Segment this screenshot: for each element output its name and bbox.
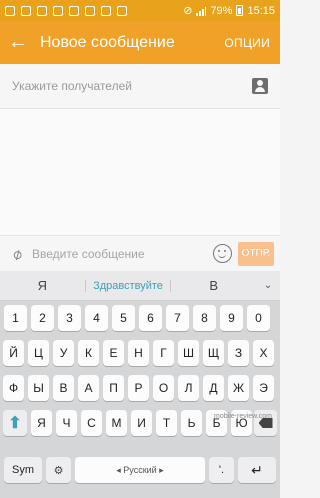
- enter-icon: ↵: [251, 461, 263, 478]
- status-bar: ⊘ 79% 15:15: [0, 0, 280, 21]
- key-7[interactable]: 7: [166, 305, 189, 331]
- message-input[interactable]: Введите сообщение: [24, 247, 213, 261]
- suggestion-2[interactable]: Здравствуйте: [84, 279, 172, 292]
- key-letter[interactable]: Д: [203, 375, 224, 401]
- letter-row-2: Ф Ы В А П Р О Л Д Ж Э: [0, 375, 280, 403]
- key-letter[interactable]: Г: [153, 340, 174, 366]
- key-letter[interactable]: Э: [253, 375, 274, 401]
- key-letter[interactable]: Ь: [181, 410, 202, 436]
- clock: 15:15: [247, 4, 275, 17]
- key-letter[interactable]: И: [131, 410, 152, 436]
- mute-icon: ⊘: [183, 5, 193, 17]
- conversation-area: [0, 109, 280, 235]
- space-key[interactable]: ◂ Русский ▸: [75, 457, 205, 483]
- settings-key[interactable]: ⚙: [46, 457, 71, 483]
- enter-key[interactable]: ↵: [238, 457, 276, 483]
- shift-key[interactable]: ⬆: [3, 410, 27, 436]
- key-letter[interactable]: С: [81, 410, 102, 436]
- key-letter[interactable]: М: [106, 410, 127, 436]
- recipients-placeholder[interactable]: Укажите получателей: [12, 79, 252, 93]
- image-icon: [37, 5, 47, 16]
- key-0[interactable]: 0: [247, 305, 270, 331]
- screenshot-icon: [117, 5, 127, 16]
- key-letter[interactable]: Е: [103, 340, 124, 366]
- chevron-down-icon[interactable]: ⌄: [256, 280, 280, 291]
- contact-picker-icon[interactable]: [252, 78, 268, 94]
- battery-icon: [236, 5, 244, 16]
- app-toolbar: ← Новое сообщение ОПЦИИ: [0, 21, 280, 64]
- sym-key[interactable]: Sym: [4, 457, 42, 483]
- emoji-icon[interactable]: [213, 244, 232, 263]
- options-button[interactable]: ОПЦИИ: [224, 36, 280, 50]
- suggestion-bar: Я Здравствуйте В ⌄: [0, 271, 280, 301]
- key-letter[interactable]: Х: [253, 340, 274, 366]
- key-2[interactable]: 2: [31, 305, 54, 331]
- key-letter[interactable]: Ц: [28, 340, 49, 366]
- key-letter[interactable]: Л: [178, 375, 199, 401]
- battery-percent: 79%: [210, 4, 233, 17]
- gallery-icon: [21, 5, 31, 16]
- key-letter[interactable]: Ч: [56, 410, 77, 436]
- message-icon: [5, 5, 15, 16]
- key-letter[interactable]: З: [228, 340, 249, 366]
- key-letter[interactable]: Ж: [228, 375, 249, 401]
- key-letter[interactable]: Ф: [3, 375, 24, 401]
- compose-bar: ⌀ Введите сообщение ОТПР.: [0, 235, 280, 271]
- recipients-field[interactable]: Укажите получателей: [0, 64, 280, 109]
- key-letter[interactable]: Я: [31, 410, 52, 436]
- key-6[interactable]: 6: [139, 305, 162, 331]
- gear-icon: ⚙: [53, 464, 64, 477]
- settings-icon: [101, 5, 111, 16]
- back-arrow-icon[interactable]: ←: [0, 21, 36, 64]
- key-9[interactable]: 9: [220, 305, 243, 331]
- key-letter[interactable]: Й: [3, 340, 24, 366]
- suggestion-3[interactable]: В: [171, 278, 256, 293]
- suggestion-1[interactable]: Я: [0, 278, 85, 293]
- key-1[interactable]: 1: [4, 305, 27, 331]
- cloud-icon: [69, 5, 79, 16]
- keyboard: Я Здравствуйте В ⌄ 1 2 3 4 5 6 7 8 9 0 Й…: [0, 271, 280, 498]
- key-letter[interactable]: Т: [156, 410, 177, 436]
- send-button[interactable]: ОТПР.: [238, 241, 274, 266]
- key-8[interactable]: 8: [193, 305, 216, 331]
- key-letter[interactable]: А: [78, 375, 99, 401]
- number-row: 1 2 3 4 5 6 7 8 9 0: [0, 305, 280, 333]
- key-letter[interactable]: В: [53, 375, 74, 401]
- shift-arrow-icon: ⬆: [8, 415, 22, 432]
- key-letter[interactable]: П: [103, 375, 124, 401]
- key-letter[interactable]: У: [53, 340, 74, 366]
- letter-row-1: Й Ц У К Е Н Г Ш Щ З Х: [0, 340, 280, 368]
- key-letter[interactable]: Р: [128, 375, 149, 401]
- download-icon: [85, 5, 95, 16]
- key-letter[interactable]: Н: [128, 340, 149, 366]
- key-3[interactable]: 3: [58, 305, 81, 331]
- bottom-row: Sym ⚙ ◂ Русский ▸ '. ↵: [0, 457, 280, 485]
- key-letter[interactable]: Ы: [28, 375, 49, 401]
- key-4[interactable]: 4: [85, 305, 108, 331]
- page-title: Новое сообщение: [40, 33, 175, 51]
- key-letter[interactable]: О: [153, 375, 174, 401]
- app-icon: [53, 5, 63, 16]
- key-letter[interactable]: К: [78, 340, 99, 366]
- key-5[interactable]: 5: [112, 305, 135, 331]
- key-letter[interactable]: Щ: [203, 340, 224, 366]
- punctuation-key[interactable]: '.: [209, 457, 234, 483]
- key-letter[interactable]: Ш: [178, 340, 199, 366]
- signal-icon: [196, 6, 207, 16]
- watermark: mobile-review.com: [214, 413, 272, 420]
- notification-icons: [5, 5, 127, 16]
